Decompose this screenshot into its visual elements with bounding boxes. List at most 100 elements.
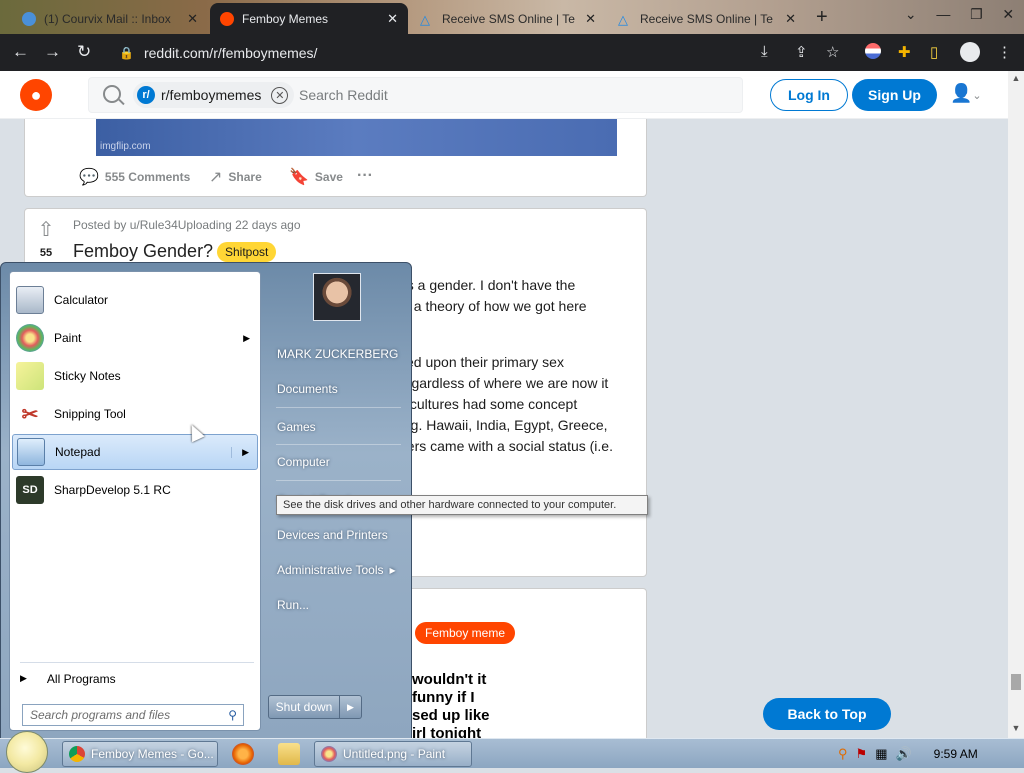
close-window-button[interactable]: ✕: [1002, 6, 1014, 23]
start-right-games[interactable]: Games: [269, 412, 404, 442]
post-image[interactable]: imgflip.com: [96, 119, 617, 156]
start-right-devices-printers[interactable]: Devices and Printers: [269, 520, 404, 550]
start-item-notepad[interactable]: Notepad ▶: [12, 434, 258, 470]
window-controls: ⌄ — ❐ ✕: [895, 0, 1024, 28]
taskbar-paint-button[interactable]: Untitled.png - Paint: [314, 741, 472, 767]
search-tray-icon[interactable]: ⚲: [838, 746, 848, 762]
restore-button[interactable]: ❐: [970, 6, 983, 23]
subreddit-icon: r/: [137, 86, 155, 104]
close-icon[interactable]: ✕: [585, 11, 596, 27]
address-bar[interactable]: 🔒 reddit.com/r/femboymemes/: [107, 38, 852, 67]
bookmark-star-icon[interactable]: ☆: [826, 43, 839, 61]
start-item-paint[interactable]: Paint ▶: [12, 320, 258, 356]
start-right-admin-tools[interactable]: Administrative Tools ▶: [269, 555, 404, 585]
clock[interactable]: 9:59 AM: [934, 747, 978, 761]
post-body-line: as a gender. I don't have the: [399, 277, 576, 293]
start-right-computer[interactable]: Computer: [269, 447, 404, 477]
new-tab-button[interactable]: +: [816, 6, 828, 29]
download-icon[interactable]: ⤓: [761, 43, 768, 60]
sharpdevelop-icon: SD: [16, 476, 44, 504]
tab-strip: (1) Courvix Mail :: Inbox ✕ Femboy Memes…: [0, 0, 1024, 34]
action-center-icon[interactable]: ⚑: [856, 746, 868, 762]
firefox-icon[interactable]: [232, 743, 254, 765]
login-button[interactable]: Log In: [770, 79, 848, 111]
close-icon[interactable]: ✕: [387, 11, 398, 27]
all-programs-button[interactable]: ▶ All Programs: [20, 662, 254, 690]
start-item-calculator[interactable]: Calculator: [12, 282, 258, 318]
chevron-down-icon[interactable]: ⌄: [905, 6, 917, 23]
tab-courvix-mail[interactable]: (1) Courvix Mail :: Inbox ✕: [12, 3, 208, 34]
upvote-arrow-icon[interactable]: ⇧: [35, 217, 57, 242]
start-search-input[interactable]: Search programs and files ⚲: [22, 704, 244, 726]
menu-dots-icon[interactable]: ⋮: [997, 43, 1012, 61]
start-right-username[interactable]: MARK ZUCKERBERG: [269, 339, 404, 369]
paint-icon: [321, 746, 337, 762]
tab-label: Femboy Memes: [242, 11, 329, 26]
post-flair[interactable]: Shitpost: [217, 242, 277, 262]
search-icon: [103, 85, 121, 103]
calculator-icon: [16, 286, 44, 314]
share-button[interactable]: ↗ Share: [209, 167, 262, 187]
submenu-arrow-icon[interactable]: ▶: [231, 446, 249, 458]
scroll-thumb[interactable]: [1011, 674, 1021, 690]
user-dropdown[interactable]: 👤⌄: [950, 83, 986, 107]
post-flair[interactable]: Femboy meme: [415, 622, 516, 644]
close-icon[interactable]: ✕: [785, 11, 796, 27]
meme-text-line: wouldn't it: [412, 671, 487, 688]
share-icon[interactable]: ⇪: [795, 43, 808, 61]
side-panel-icon[interactable]: ▯: [930, 43, 938, 61]
start-button[interactable]: [6, 731, 48, 773]
back-to-top-button[interactable]: Back to Top: [763, 698, 891, 730]
network-icon[interactable]: ▦: [875, 746, 887, 762]
tab-femboy-memes[interactable]: Femboy Memes ✕: [210, 3, 408, 34]
url-text: reddit.com/r/femboymemes/: [143, 44, 318, 61]
scroll-up-arrow-icon[interactable]: ▲: [1008, 73, 1024, 83]
minimize-button[interactable]: —: [936, 6, 950, 22]
reload-button[interactable]: ↻: [77, 42, 91, 62]
start-item-sharpdevelop[interactable]: SD SharpDevelop 5.1 RC: [12, 472, 258, 508]
submenu-arrow-icon: ▶: [389, 565, 396, 575]
start-right-documents[interactable]: Documents: [269, 374, 404, 404]
sticky-notes-icon: [16, 362, 44, 390]
arrow-right-icon: ▶: [20, 673, 27, 683]
post-title[interactable]: Femboy Gender?: [73, 241, 213, 262]
comments-button[interactable]: 💬 555 Comments: [79, 167, 190, 187]
notepad-icon: [17, 438, 45, 466]
search-icon[interactable]: ⚲: [228, 708, 237, 722]
signup-button[interactable]: Sign Up: [852, 79, 937, 111]
shutdown-button[interactable]: Shut down: [268, 695, 340, 719]
bookmark-icon: 🔖: [289, 169, 309, 186]
forward-button[interactable]: →: [44, 42, 61, 62]
more-options-button[interactable]: ···: [357, 167, 373, 185]
back-button[interactable]: ←: [12, 42, 29, 62]
page-scrollbar[interactable]: ▲ ▼: [1008, 71, 1024, 738]
subreddit-chip[interactable]: r/ r/femboymemes ✕: [133, 82, 295, 108]
post-body-line: e.g. Hawaii, India, Egypt, Greece,: [399, 417, 608, 433]
clear-chip-icon[interactable]: ✕: [271, 86, 289, 104]
start-item-label: Snipping Tool: [54, 407, 126, 421]
reddit-logo-icon[interactable]: ●: [20, 79, 52, 111]
start-item-snipping-tool[interactable]: ✂ Snipping Tool: [12, 396, 258, 432]
reddit-favicon-icon: [220, 11, 234, 26]
tab-label: (1) Courvix Mail :: Inbox: [44, 11, 171, 26]
share-arrow-icon: ↗: [209, 169, 223, 186]
user-picture[interactable]: [313, 273, 361, 321]
start-right-run[interactable]: Run...: [269, 590, 404, 620]
tab-receive-sms-2[interactable]: △ Receive SMS Online | Te ✕: [608, 3, 806, 34]
start-item-label: Notepad: [55, 445, 101, 459]
account-avatar-icon[interactable]: [960, 42, 980, 62]
post-card[interactable]: imgflip.com 💬 555 Comments ↗ Share 🔖 Sav…: [24, 119, 647, 197]
close-icon[interactable]: ✕: [187, 11, 198, 27]
scroll-down-arrow-icon[interactable]: ▼: [1008, 723, 1024, 733]
profile-flag-icon[interactable]: [865, 43, 881, 59]
search-input[interactable]: Search Reddit: [299, 87, 388, 103]
file-explorer-icon[interactable]: [278, 743, 300, 765]
save-button[interactable]: 🔖 Save: [289, 167, 343, 187]
tab-receive-sms-1[interactable]: △ Receive SMS Online | Te ✕: [410, 3, 606, 34]
extensions-icon[interactable]: ✚: [898, 43, 911, 61]
volume-icon[interactable]: 🔊: [895, 746, 911, 762]
start-item-sticky-notes[interactable]: Sticky Notes: [12, 358, 258, 394]
search-bar[interactable]: r/ r/femboymemes ✕ Search Reddit: [88, 77, 743, 113]
shutdown-options-arrow-icon[interactable]: ▶: [340, 695, 362, 719]
taskbar-chrome-button[interactable]: Femboy Memes - Go...: [62, 741, 218, 767]
